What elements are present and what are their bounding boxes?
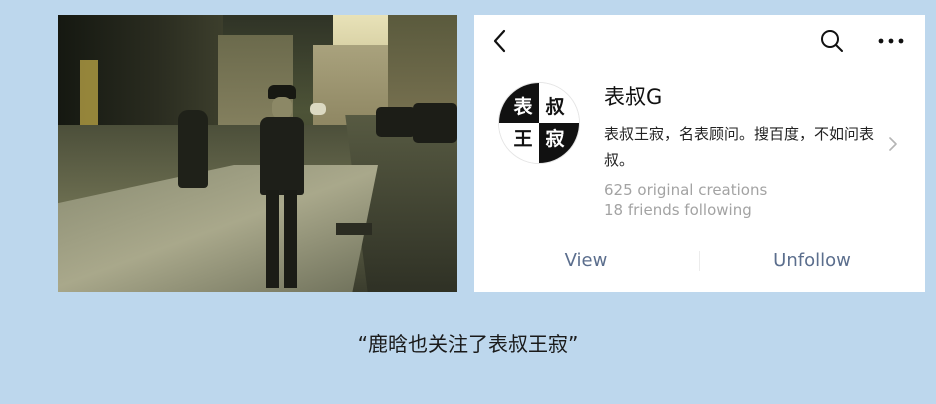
avatar-char: 寂	[545, 128, 565, 150]
avatar[interactable]: 表 叔 王 寂	[498, 82, 580, 164]
street-photo	[58, 15, 457, 292]
search-icon[interactable]	[819, 28, 845, 54]
profile-card: 表 叔 王 寂 表叔G 表叔王寂，名表顾问。搜百度，不如问表叔。 625 ori…	[474, 15, 925, 292]
profile-bio[interactable]: 表叔王寂，名表顾问。搜百度，不如问表叔。	[604, 121, 884, 173]
view-button[interactable]: View	[514, 246, 658, 276]
caption-text: “鹿晗也关注了表叔王寂”	[357, 332, 579, 356]
action-divider	[699, 251, 700, 271]
profile-name: 表叔G	[604, 85, 663, 109]
man-figure	[254, 85, 310, 292]
back-arrow-icon[interactable]	[488, 28, 514, 54]
unfollow-button[interactable]: Unfollow	[740, 246, 884, 276]
chevron-right-icon[interactable]	[886, 133, 900, 155]
more-dots-icon[interactable]	[876, 28, 906, 54]
friends-following-count: 18 friends following	[604, 201, 752, 219]
original-creations-count: 625 original creations	[604, 181, 768, 199]
